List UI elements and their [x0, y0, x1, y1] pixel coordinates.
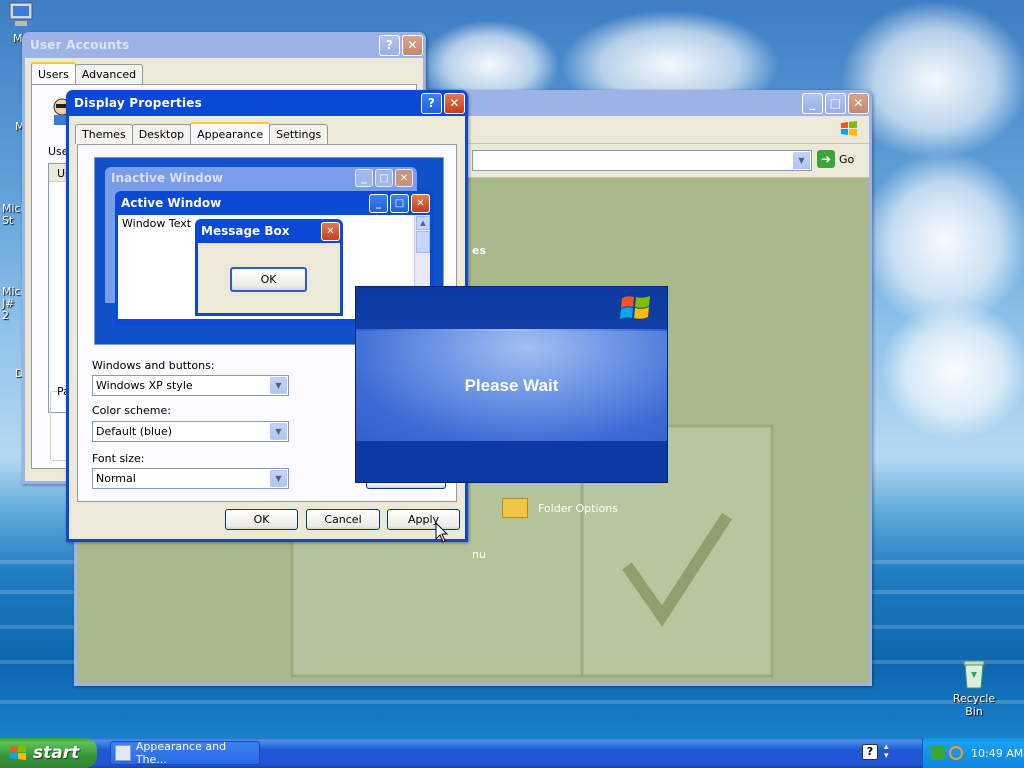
help-icon[interactable]: ?	[862, 744, 878, 760]
please-wait-text: Please Wait	[464, 376, 559, 395]
preview-message-body: OK	[198, 243, 340, 313]
font-size-value: Normal	[96, 472, 136, 485]
maximize-icon[interactable]: □	[825, 92, 846, 114]
tab-settings[interactable]: Settings	[269, 124, 329, 144]
preview-active-title: Active Window	[121, 196, 222, 210]
recycle-bin-label: Recycle Bin	[952, 692, 996, 718]
chevron-down-icon[interactable]: ▼	[270, 423, 287, 440]
windows-logo-icon	[620, 296, 650, 319]
cancel-button[interactable]: Cancel	[306, 509, 380, 530]
windows-logo-icon	[10, 745, 26, 760]
start-label: start	[33, 743, 80, 763]
close-icon[interactable]: ✕	[402, 34, 423, 56]
close-icon[interactable]: ✕	[444, 92, 465, 114]
preview-message-title: Message Box	[201, 224, 290, 238]
recycle-bin-icon[interactable]: Recycle Bin	[945, 658, 1003, 718]
please-wait-footer	[356, 441, 667, 482]
color-scheme-select[interactable]: Default (blue) ▼	[92, 421, 289, 442]
go-arrow-icon: ➜	[817, 150, 835, 168]
maximize-icon: □	[375, 169, 393, 187]
close-icon: ✕	[395, 169, 413, 187]
cloud	[880, 300, 1024, 440]
folder-icon	[502, 498, 528, 518]
font-size-select[interactable]: Normal ▼	[92, 468, 289, 489]
clock[interactable]: 10:49 AM	[971, 747, 1023, 760]
tab-desktop[interactable]: Desktop	[131, 124, 192, 144]
windows-logo-icon	[841, 121, 857, 136]
please-wait-body: Please Wait	[356, 331, 667, 441]
scroll-thumb	[416, 231, 430, 253]
maximize-icon: □	[390, 193, 409, 213]
tab-users[interactable]: Users	[31, 62, 76, 84]
scroll-arrows-icon[interactable]: ▴ ▾	[884, 743, 889, 761]
system-tray: 10:49 AM	[922, 738, 1024, 768]
search-icon[interactable]	[949, 746, 963, 760]
desktop-icon[interactable]: Micro J# 2	[2, 286, 32, 322]
desktop-icon[interactable]: Micro St	[2, 203, 32, 227]
user-accounts-titlebar[interactable]: User Accounts ? ✕	[25, 32, 423, 58]
tab-strip: Themes Desktop Appearance Settings	[69, 116, 465, 144]
chevron-down-icon[interactable]: ▼	[270, 470, 287, 487]
chevron-down-icon[interactable]: ▼	[793, 152, 810, 169]
tab-themes[interactable]: Themes	[75, 124, 133, 144]
display-properties-titlebar[interactable]: Display Properties ? ✕	[69, 90, 465, 116]
close-icon: ✕	[411, 193, 430, 213]
preview-ok-button: OK	[230, 267, 307, 292]
folder-options-link[interactable]: Folder Options	[502, 498, 618, 518]
window-title: Display Properties	[74, 96, 202, 110]
close-icon[interactable]: ✕	[848, 92, 869, 114]
minimize-icon: _	[355, 169, 373, 187]
help-icon[interactable]: ?	[379, 34, 400, 56]
preview-window-text: Window Text	[122, 217, 192, 230]
category-link[interactable]: es	[472, 244, 486, 257]
go-button[interactable]: ➜ Go	[817, 150, 854, 168]
font-size-label: Font size:	[92, 452, 145, 465]
taskbar-item-label: Appearance and The...	[135, 740, 227, 766]
category-link[interactable]: nu	[472, 548, 486, 561]
tab-advanced[interactable]: Advanced	[74, 64, 144, 84]
help-icon[interactable]: ?	[421, 92, 442, 114]
tab-strip: Users Advanced	[25, 58, 423, 84]
color-scheme-label: Color scheme:	[92, 404, 171, 417]
window-title: User Accounts	[30, 38, 130, 52]
windows-buttons-select[interactable]: Windows XP style ▼	[92, 375, 289, 396]
color-scheme-value: Default (blue)	[96, 425, 173, 438]
preview-message-box: Message Box ✕ OK	[195, 219, 343, 316]
windows-buttons-value: Windows XP style	[96, 379, 193, 392]
taskbar: start Appearance and The... ? ▴ ▾ 10:49 A…	[0, 738, 1024, 768]
minimize-icon: _	[369, 193, 388, 213]
network-icon[interactable]	[931, 746, 945, 760]
please-wait-header	[356, 287, 667, 329]
close-icon: ✕	[321, 221, 340, 241]
minimize-icon[interactable]: _	[802, 92, 823, 114]
preview-inactive-title: Inactive Window	[111, 171, 224, 185]
address-input[interactable]: ▼	[472, 150, 812, 171]
taskbar-item-appearance[interactable]: Appearance and The...	[110, 740, 260, 766]
tab-appearance[interactable]: Appearance	[190, 122, 271, 144]
chevron-up-icon: ▲	[416, 216, 430, 230]
apply-button[interactable]: Apply	[387, 509, 460, 530]
chevron-down-icon[interactable]: ▼	[270, 377, 287, 394]
ok-button[interactable]: OK	[225, 509, 298, 530]
start-button[interactable]: start	[0, 738, 97, 768]
windows-buttons-label: Windows and buttons:	[92, 359, 215, 372]
control-panel-icon	[115, 745, 131, 761]
please-wait-dialog: Please Wait	[355, 286, 668, 483]
mouse-cursor-icon	[435, 522, 449, 543]
